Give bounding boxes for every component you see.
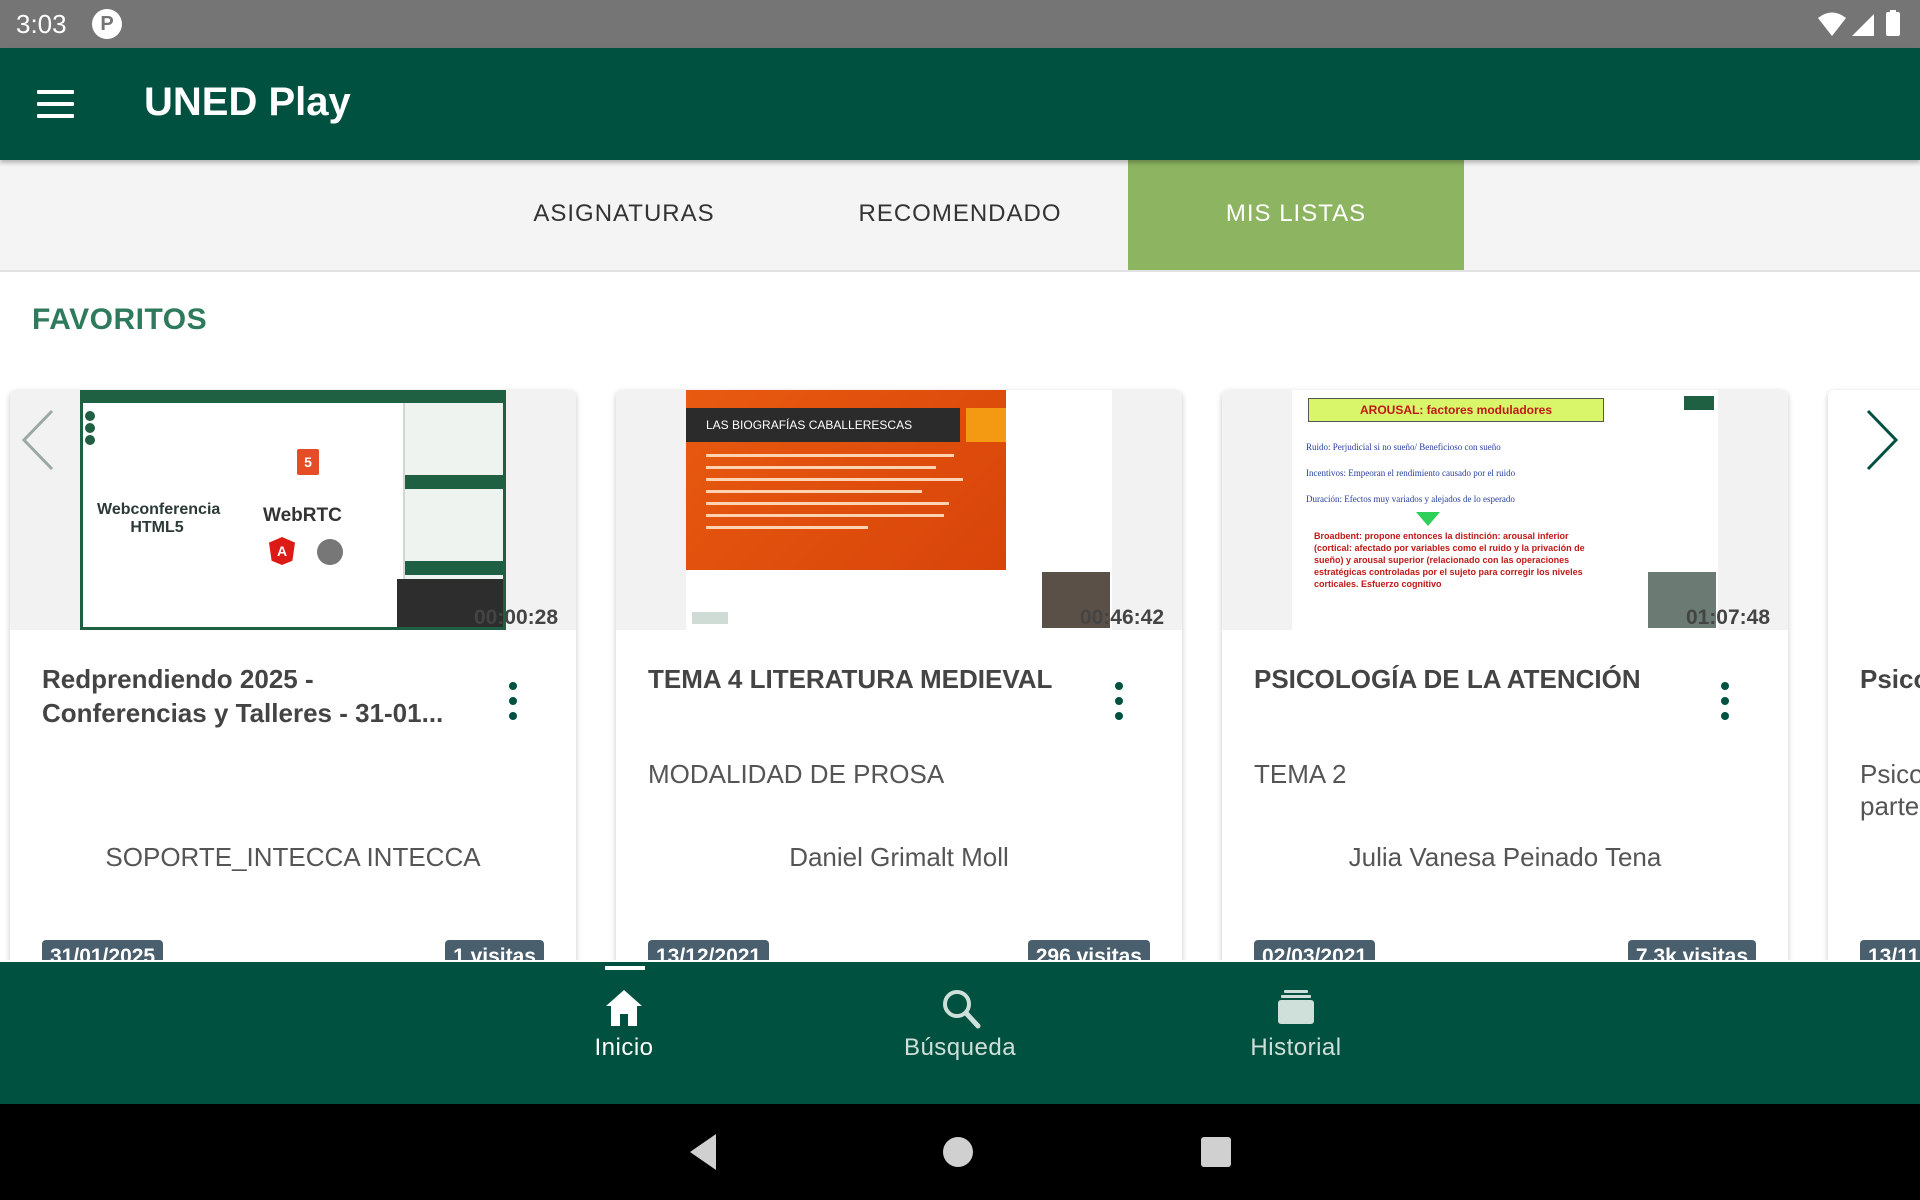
nav-inicio-label: Inicio	[594, 1034, 654, 1061]
more-options-icon[interactable]	[1112, 682, 1126, 724]
slide-image: Webconferencia HTML5 5 WebRTC A	[80, 390, 506, 630]
date-badge: 02/03/2021	[1254, 940, 1376, 960]
menu-icon	[37, 90, 74, 94]
slide-image: AROUSAL: factores moduladores Ruido: Per…	[1292, 390, 1718, 630]
video-subtitle: TEMA 2	[1254, 759, 1347, 789]
tab-mis-listas[interactable]: MIS LISTAS	[1128, 160, 1464, 270]
video-title[interactable]: Psico	[1860, 662, 1920, 696]
battery-icon	[1886, 10, 1900, 36]
views-badge: 1 visitas	[445, 940, 544, 960]
slide-bubbles	[85, 411, 95, 455]
status-bar: 3:03 P	[0, 0, 1920, 48]
wifi-icon	[1818, 12, 1846, 36]
favorites-carousel[interactable]: Webconferencia HTML5 5 WebRTC A 00:00:28…	[0, 380, 1920, 960]
video-subtitle: MODALIDAD DE PROSA	[648, 759, 945, 789]
video-duration: 00:46:42	[1079, 606, 1164, 629]
back-icon[interactable]	[684, 1132, 728, 1172]
slide-sidebar	[403, 403, 503, 583]
tab-recomendado[interactable]: RECOMENDADO	[792, 160, 1128, 270]
video-title[interactable]: PSICOLOGÍA DE LA ATENCIÓN	[1254, 662, 1694, 696]
nav-busqueda-label: Búsqueda	[903, 1034, 1017, 1061]
date-badge: 13/12/2021	[648, 940, 770, 960]
date-badge: 13/11	[1860, 940, 1920, 960]
home-icon	[606, 990, 642, 1026]
video-duration: 01:07:48	[1685, 606, 1770, 629]
chevron-left-icon	[21, 409, 54, 471]
video-duration: 00:00:28	[473, 606, 558, 629]
home-circle-icon[interactable]	[940, 1134, 976, 1170]
views-badge: 7.3k visitas	[1627, 940, 1756, 960]
video-card[interactable]: Psico Psico parte 13/11	[1828, 390, 1920, 960]
down-arrow-icon	[1416, 512, 1440, 526]
search-icon	[943, 990, 981, 1029]
more-options-icon[interactable]	[506, 682, 520, 724]
nav-historial[interactable]: Historial	[1128, 962, 1464, 1104]
slide-bullets: Ruido: Perjudicial si no sueño/ Benefici…	[1306, 442, 1516, 504]
history-stack-icon	[1278, 990, 1314, 1024]
video-title[interactable]: TEMA 4 LITERATURA MEDIEVAL	[648, 662, 1088, 696]
video-card[interactable]: LAS BIOGRAFÍAS CABALLERESCAS 00:46:42 TE…	[616, 390, 1182, 960]
video-author: Julia Vanesa Peinado Tena	[1348, 842, 1662, 872]
video-thumbnail[interactable]: LAS BIOGRAFÍAS CABALLERESCAS 00:46:42	[616, 390, 1182, 630]
slide-text: Broadbent: propone entonces la distinció…	[1314, 531, 1585, 589]
video-author: SOPORTE_INTECCA INTECCA	[105, 842, 481, 872]
date-badge: 31/01/2025	[42, 940, 164, 960]
video-thumbnail[interactable]: AROUSAL: factores moduladores Ruido: Per…	[1222, 390, 1788, 630]
system-navigation-bar	[0, 1104, 1920, 1200]
angular-logo: A	[269, 537, 295, 565]
slide-heading: AROUSAL: factores moduladores	[1308, 398, 1604, 422]
circle-logo	[317, 539, 343, 565]
carousel-next-button[interactable]	[1856, 405, 1906, 475]
video-title[interactable]: Redprendiendo 2025 - Conferencias y Tall…	[42, 662, 482, 730]
active-tab-indicator	[605, 966, 645, 970]
video-card[interactable]: AROUSAL: factores moduladores Ruido: Per…	[1222, 390, 1788, 960]
section-title-favoritos: FAVORITOS	[32, 303, 208, 336]
app-bar: UNED Play	[0, 48, 1920, 160]
tab-asignaturas[interactable]: ASIGNATURAS	[456, 160, 792, 270]
slide-heading: LAS BIOGRAFÍAS CABALLERESCAS	[686, 408, 960, 442]
nav-historial-label: Historial	[1250, 1034, 1342, 1061]
video-author: Daniel Grimalt Moll	[789, 842, 1009, 872]
tab-bar: ASIGNATURAS RECOMENDADO MIS LISTAS	[0, 160, 1920, 272]
html5-logo: 5	[297, 449, 319, 475]
video-thumbnail[interactable]: Webconferencia HTML5 5 WebRTC A 00:00:28	[10, 390, 576, 630]
nav-busqueda[interactable]: Búsqueda	[792, 962, 1128, 1104]
menu-button[interactable]	[26, 80, 86, 128]
status-time: 3:03	[16, 9, 67, 39]
app-title: UNED Play	[144, 80, 351, 124]
slide-text: Webconferencia HTML5	[97, 501, 221, 536]
carousel-prev-button[interactable]	[14, 405, 64, 475]
slide-image: LAS BIOGRAFÍAS CABALLERESCAS	[686, 390, 1112, 630]
nav-inicio[interactable]: Inicio	[456, 962, 792, 1104]
more-options-icon[interactable]	[1718, 682, 1732, 724]
status-icons	[1816, 10, 1906, 38]
signal-icon	[1852, 14, 1874, 36]
chevron-right-icon	[1866, 409, 1899, 471]
recents-icon[interactable]	[1198, 1134, 1234, 1170]
video-card[interactable]: Webconferencia HTML5 5 WebRTC A 00:00:28…	[10, 390, 576, 960]
video-subtitle: Psico parte	[1860, 759, 1920, 821]
notification-icon: P	[92, 9, 122, 39]
views-badge: 296 visitas	[1027, 940, 1150, 960]
webrtc-logo-text: WebRTC	[263, 505, 342, 526]
bottom-navigation: Inicio Búsqueda Historial	[0, 962, 1920, 1104]
slide-lines	[706, 454, 976, 554]
